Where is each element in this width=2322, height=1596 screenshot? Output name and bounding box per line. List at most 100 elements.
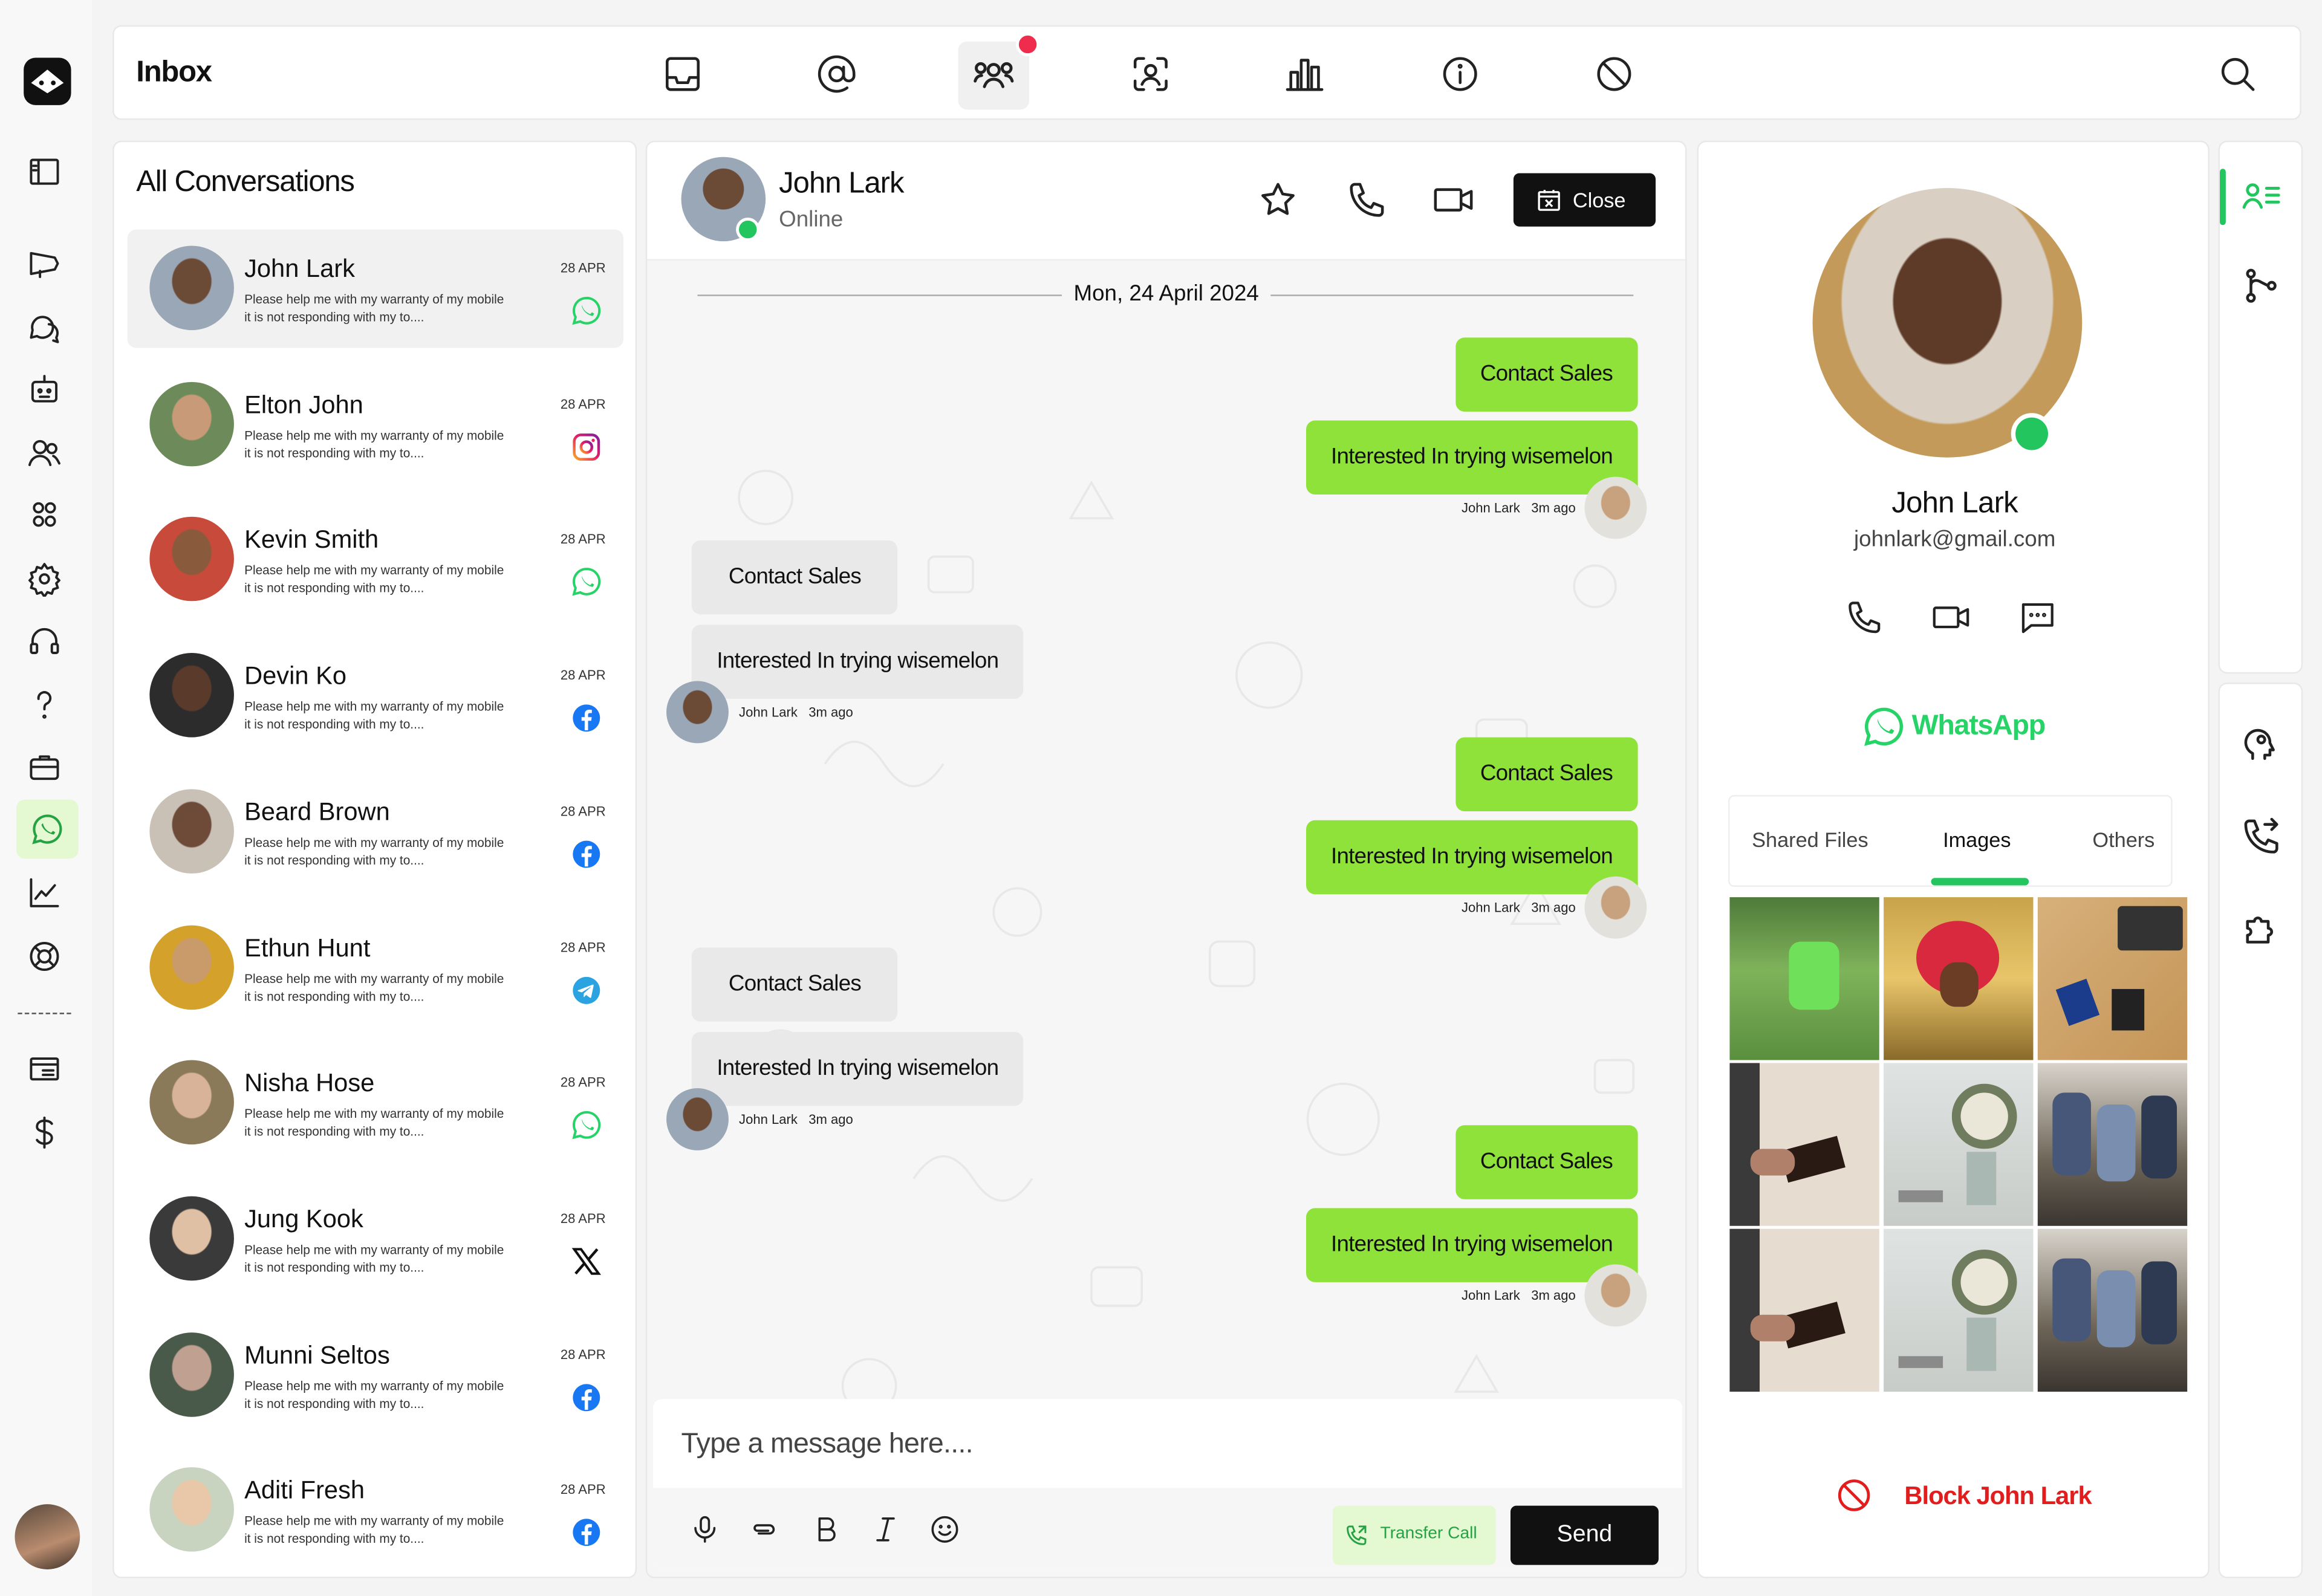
teams-icon[interactable] <box>27 498 62 533</box>
lifebuoy-icon[interactable] <box>27 939 62 975</box>
profile-name: John Lark <box>1891 487 2018 520</box>
whatsapp-nav-item[interactable] <box>16 799 79 859</box>
outgoing-message[interactable]: Interested In trying wisemelon <box>1306 820 1638 895</box>
outgoing-message[interactable]: Interested In trying wisemelon <box>1306 1208 1638 1282</box>
integrations-puzzle-icon[interactable] <box>2240 907 2282 949</box>
settings-icon[interactable] <box>27 561 62 597</box>
bot-icon[interactable] <box>27 372 62 407</box>
profile-video-icon[interactable] <box>1931 598 1972 637</box>
telegram-platform-icon <box>570 973 603 1006</box>
tab-others[interactable]: Others <box>2092 828 2155 851</box>
message-avatar <box>1584 476 1647 539</box>
send-button[interactable]: Send <box>1510 1505 1659 1565</box>
info-icon[interactable] <box>1439 53 1481 95</box>
video-call-icon[interactable] <box>1432 179 1476 221</box>
star-icon[interactable] <box>1257 179 1299 221</box>
ban-icon[interactable] <box>1593 53 1635 95</box>
shared-image[interactable] <box>1729 1063 1879 1226</box>
outgoing-message[interactable]: Interested In trying wisemelon <box>1306 420 1638 495</box>
briefcase-icon[interactable] <box>27 749 62 785</box>
voice-call-icon[interactable] <box>1346 179 1388 221</box>
microphone-icon[interactable] <box>689 1513 721 1546</box>
conversation-item[interactable]: John Lark Please help me with my warranty… <box>127 229 624 348</box>
inbox-tray-icon[interactable] <box>662 53 704 95</box>
support-icon[interactable] <box>27 623 62 659</box>
incoming-message[interactable]: Interested In trying wisemelon <box>691 1031 1024 1106</box>
emoji-icon[interactable] <box>929 1513 961 1546</box>
facebook-icon <box>573 840 600 868</box>
chat-contact-status: Online <box>779 207 844 233</box>
conversation-item[interactable]: Devin Ko Please help me with my warranty … <box>128 637 623 755</box>
tab-images[interactable]: Images <box>1943 828 2011 851</box>
conversation-item[interactable]: Elton John Please help me with my warrant… <box>128 365 623 484</box>
analytics-icon[interactable] <box>27 875 62 910</box>
block-contact-button[interactable]: Block John Lark <box>1835 1474 2101 1519</box>
conversation-item[interactable]: Jung Kook Please help me with my warranty… <box>128 1180 623 1299</box>
tab-shared-files[interactable]: Shared Files <box>1752 828 1868 851</box>
message-time: 3m ago <box>808 704 853 720</box>
incoming-message[interactable]: Interested In trying wisemelon <box>691 624 1024 699</box>
app-logo[interactable] <box>24 57 71 105</box>
right-tool-strip-2 <box>2218 682 2303 1578</box>
close-button[interactable]: Close <box>1513 173 1656 227</box>
italic-icon[interactable] <box>870 1513 902 1546</box>
tab-team-selected[interactable] <box>958 32 1040 110</box>
conversation-avatar <box>149 1060 234 1145</box>
shared-image[interactable] <box>2037 1228 2188 1392</box>
message-meta: John Lark 3m ago <box>1462 501 1576 515</box>
conversation-item[interactable]: Nisha Hose Please help me with my warrant… <box>128 1044 623 1163</box>
profile-online-indicator <box>2011 413 2053 455</box>
shared-image[interactable] <box>2037 1063 2188 1226</box>
dollar-icon[interactable] <box>27 1115 62 1150</box>
outgoing-message[interactable]: Contact Sales <box>1455 337 1638 412</box>
shared-image[interactable] <box>1729 1228 1879 1392</box>
message-input[interactable]: Type a message here.... <box>681 1429 974 1461</box>
call-forward-icon[interactable] <box>2240 816 2282 857</box>
shared-image[interactable] <box>2037 897 2188 1060</box>
outgoing-message[interactable]: Contact Sales <box>1455 737 1638 812</box>
shared-image[interactable] <box>1884 1063 2034 1226</box>
conversation-date: 28 APR <box>560 1211 606 1226</box>
conversation-date: 28 APR <box>560 1075 606 1090</box>
search-icon[interactable] <box>2217 53 2259 95</box>
help-icon[interactable] <box>27 687 62 722</box>
conversation-preview: Please help me with my warranty of my mo… <box>244 1106 504 1139</box>
mention-icon[interactable] <box>816 53 857 95</box>
conversation-item[interactable]: Munni Seltos Please help me with my warra… <box>128 1315 623 1434</box>
ai-brain-icon[interactable] <box>2240 724 2282 766</box>
profile-message-icon[interactable] <box>2018 598 2057 637</box>
profile-call-icon[interactable] <box>1845 598 1884 637</box>
shared-image[interactable] <box>1729 897 1879 1060</box>
bar-chart-icon[interactable] <box>1284 53 1325 95</box>
incoming-message[interactable]: Contact Sales <box>691 947 899 1022</box>
attachment-icon[interactable] <box>748 1513 781 1546</box>
contacts-icon[interactable] <box>27 435 62 471</box>
user-focus-icon[interactable] <box>1130 53 1172 95</box>
workflow-branch-icon[interactable] <box>2240 265 2282 307</box>
conversation-name: Beard Brown <box>244 797 390 826</box>
conversation-item[interactable]: Beard Brown Please help me with my warran… <box>128 773 623 891</box>
nav-divider <box>18 1013 71 1014</box>
transfer-call-button[interactable]: Transfer Call <box>1333 1505 1496 1565</box>
message-time: 3m ago <box>1531 900 1576 915</box>
conversation-name: Devin Ko <box>244 661 347 690</box>
message-avatar <box>666 681 729 744</box>
incoming-message[interactable]: Contact Sales <box>691 540 899 615</box>
notification-dot <box>1016 32 1040 57</box>
conversation-name: Munni Seltos <box>244 1340 390 1369</box>
current-user-avatar[interactable] <box>15 1504 80 1569</box>
billing-list-icon[interactable] <box>27 1051 62 1087</box>
contact-details-icon[interactable] <box>2240 176 2282 218</box>
conversation-item[interactable]: Ethun Hunt Please help me with my warrant… <box>128 908 623 1027</box>
message-meta: John Lark 3m ago <box>739 1112 853 1126</box>
shared-image[interactable] <box>1884 897 2034 1060</box>
bold-icon[interactable] <box>810 1513 843 1546</box>
outgoing-message[interactable]: Contact Sales <box>1455 1125 1638 1199</box>
shared-image[interactable] <box>1884 1228 2034 1392</box>
conversation-item[interactable]: Aditi Fresh Please help me with my warran… <box>128 1452 623 1570</box>
campaign-icon[interactable] <box>27 246 62 282</box>
sidebar-toggle-icon[interactable] <box>27 154 62 190</box>
conversation-item[interactable]: Kevin Smith Please help me with my warran… <box>128 501 623 620</box>
chat-icon[interactable] <box>27 310 62 345</box>
chat-panel: John Lark Online Close Mon, 24 April 202… <box>645 140 1687 1578</box>
